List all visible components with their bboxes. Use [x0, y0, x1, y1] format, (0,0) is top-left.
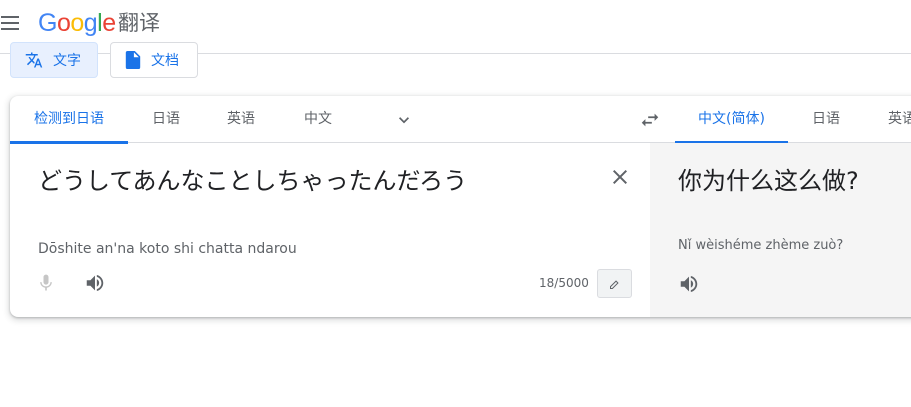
tab-target-english[interactable]: 英语 — [876, 96, 911, 143]
source-pane: どうしてあんなことしちゃったんだろう Dōshite an'na koto sh… — [10, 143, 650, 317]
tab-source-japanese[interactable]: 日语 — [140, 96, 192, 143]
tab-source-chinese[interactable]: 中文 — [292, 96, 344, 143]
chevron-down-icon[interactable] — [394, 110, 414, 134]
translation-card: 检测到日语 日语 英语 中文 中文(简体) 日语 英语 どうしてあんなことしちゃ… — [10, 96, 911, 317]
logo-letter: o — [70, 9, 84, 37]
document-mode-button[interactable]: 文档 — [110, 42, 198, 78]
target-pane: 你为什么这么做? Nǐ wèishéme zhème zuò? — [650, 143, 911, 317]
text-mode-button[interactable]: 文字 — [10, 42, 98, 78]
character-count: 18/5000 — [539, 276, 589, 290]
tab-target-chinese-simplified[interactable]: 中文(简体) — [675, 96, 788, 144]
microphone-icon[interactable] — [36, 272, 56, 298]
document-mode-label: 文档 — [151, 53, 179, 69]
logo-letter: e — [102, 9, 116, 37]
logo-letter: o — [56, 9, 71, 37]
text-mode-label: 文字 — [53, 53, 81, 69]
tab-detect-language[interactable]: 检测到日语 — [10, 96, 128, 144]
translate-icon — [25, 52, 43, 68]
translation-output: 你为什么这么做? — [678, 167, 859, 195]
logo-letter: g — [83, 9, 98, 37]
logo-letter: G — [38, 9, 57, 37]
product-name: 翻译 — [118, 11, 160, 35]
swap-languages-icon[interactable] — [639, 109, 661, 135]
source-transliteration: Dōshite an'na koto shi chatta ndarou — [38, 241, 297, 257]
google-logo[interactable]: Google — [38, 6, 116, 40]
edit-button[interactable] — [597, 269, 632, 298]
tab-source-english[interactable]: 英语 — [215, 96, 267, 143]
pencil-icon — [609, 279, 619, 289]
close-icon[interactable] — [608, 165, 632, 193]
target-transliteration: Nǐ wèishéme zhème zuò? — [678, 238, 844, 253]
language-bar: 检测到日语 日语 英语 中文 中文(简体) 日语 英语 — [10, 96, 911, 144]
menu-icon[interactable] — [0, 14, 20, 32]
speaker-icon[interactable] — [84, 272, 106, 298]
speaker-icon[interactable] — [678, 273, 700, 299]
tab-target-japanese[interactable]: 日语 — [800, 96, 852, 143]
document-icon — [125, 51, 141, 69]
source-text-input[interactable]: どうしてあんなことしちゃったんだろう — [38, 161, 467, 196]
